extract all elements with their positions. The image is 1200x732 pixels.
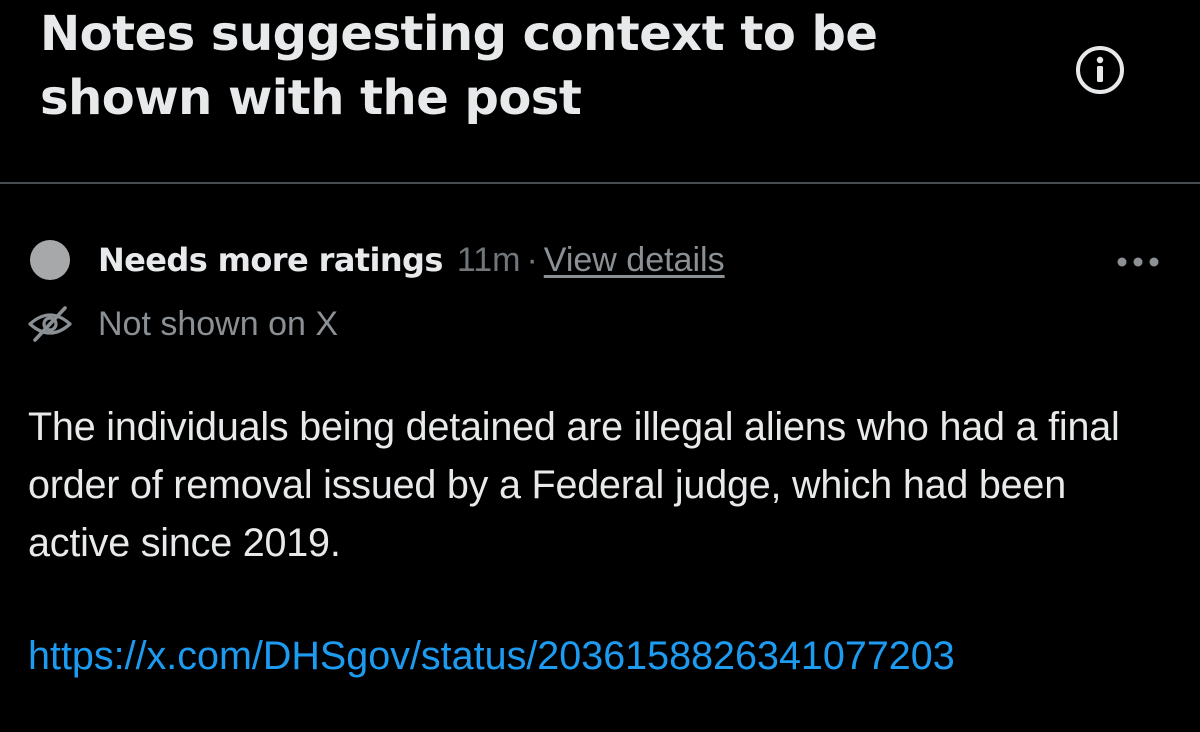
note-body: The individuals being detained are illeg… (28, 405, 1120, 565)
status-label: Needs more ratings (98, 241, 443, 279)
page-title: Notes suggesting context to be shown wit… (40, 6, 878, 126)
eye-slash-icon (28, 306, 72, 342)
info-button[interactable] (1074, 44, 1126, 96)
community-note: Needs more ratings 11m · View details Not s… (0, 184, 1200, 732)
info-circle-icon (1076, 46, 1124, 94)
visibility-label: Not shown on X (98, 305, 339, 343)
header: Notes suggesting context to be shown wit… (0, 0, 1200, 183)
meta-separator: · (526, 241, 538, 279)
more-horizontal-icon (1117, 257, 1159, 267)
view-details-link[interactable]: View details (544, 241, 725, 279)
note-meta: Needs more ratings 11m · View details (98, 236, 725, 284)
more-options-button[interactable] (1110, 242, 1166, 282)
note-time: 11m (456, 241, 521, 279)
status-dot (30, 240, 70, 280)
source-link[interactable]: https://x.com/DHSgov/status/203615882634… (28, 628, 955, 684)
